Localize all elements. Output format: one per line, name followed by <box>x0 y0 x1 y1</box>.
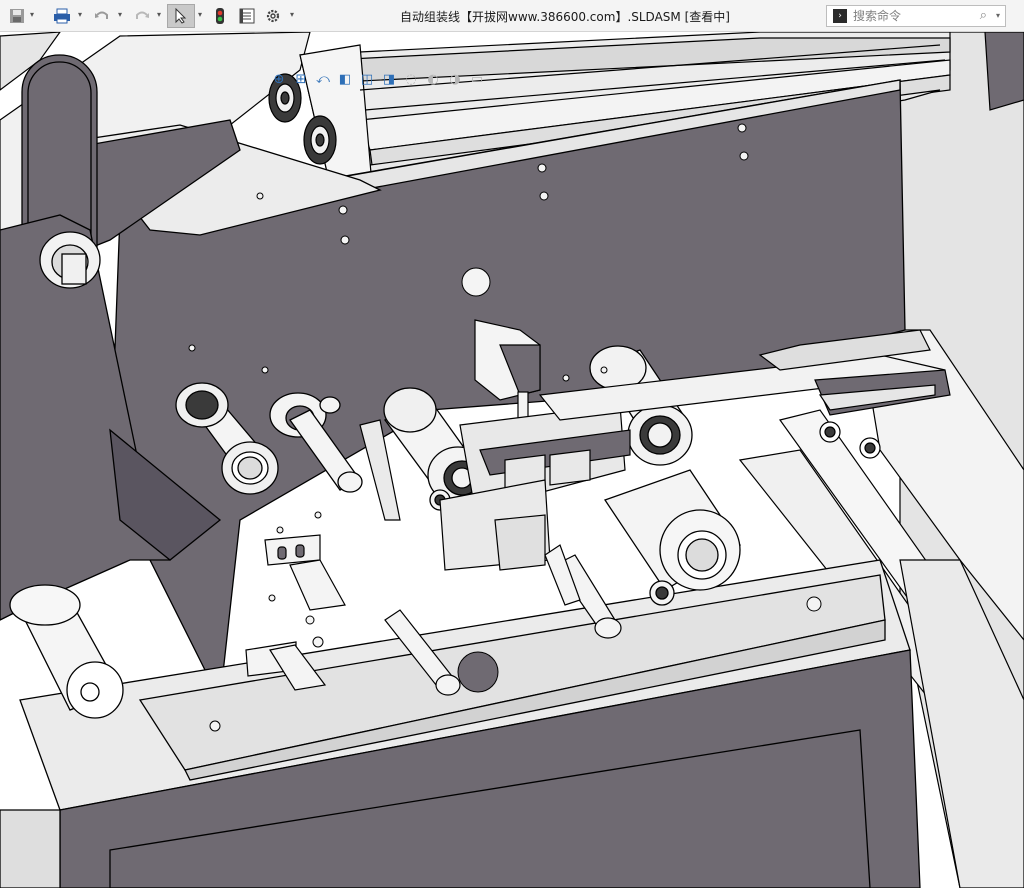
rebuild-icon[interactable] <box>210 4 230 28</box>
redo-dropdown-icon[interactable]: ▾ <box>157 10 161 19</box>
print-icon[interactable] <box>50 4 74 28</box>
redo-icon[interactable] <box>132 4 152 28</box>
save-dropdown-icon[interactable]: ▾ <box>30 10 34 19</box>
undo-icon[interactable] <box>92 4 112 28</box>
graphics-area[interactable]: ⊕ ⊞ ⤺ ◧ ◫ ◨ ◌ ◐ ◑ ▭ <box>0 32 1024 888</box>
bottom-left-roller <box>9 584 124 719</box>
select-dropdown-icon[interactable]: ▾ <box>198 10 202 19</box>
command-search[interactable]: › ⌕ ▾ <box>826 5 1006 27</box>
print-dropdown-icon[interactable]: ▾ <box>78 10 82 19</box>
select-tool-icon[interactable] <box>167 4 195 28</box>
search-dropdown-icon[interactable]: ▾ <box>996 11 1000 20</box>
zoom-to-area-icon[interactable]: ⊞ <box>292 70 310 88</box>
search-icon[interactable]: ⌕ <box>980 8 987 23</box>
assembly-model[interactable] <box>0 32 1024 888</box>
view-settings-icon[interactable]: ▭ <box>468 70 486 88</box>
arm-hub <box>39 231 101 289</box>
apply-scene-icon[interactable]: ◑ <box>446 70 464 88</box>
options-dropdown-icon[interactable]: ▾ <box>290 10 294 19</box>
previous-view-icon[interactable]: ⤺ <box>314 70 332 88</box>
display-style-icon[interactable]: ◨ <box>380 70 398 88</box>
heads-up-view-toolbar: ⊕ ⊞ ⤺ ◧ ◫ ◨ ◌ ◐ ◑ ▭ <box>270 68 486 90</box>
section-view-icon[interactable]: ◧ <box>336 70 354 88</box>
file-properties-icon[interactable] <box>236 4 258 28</box>
view-orientation-icon[interactable]: ◫ <box>358 70 376 88</box>
command-prompt-icon: › <box>833 9 847 23</box>
zoom-to-fit-icon[interactable]: ⊕ <box>270 70 288 88</box>
tension-cylinder <box>603 469 741 606</box>
options-gear-icon[interactable] <box>262 4 284 28</box>
edit-appearance-icon[interactable]: ◐ <box>424 70 442 88</box>
save-icon[interactable] <box>6 4 28 28</box>
search-commands-input[interactable] <box>853 9 973 23</box>
undo-dropdown-icon[interactable]: ▾ <box>118 10 122 19</box>
lower-frame-box <box>0 559 921 888</box>
hide-show-items-icon[interactable]: ◌ <box>402 70 420 88</box>
document-title: 自动组装线【开拔网www.386600.com】.SLDASM [查看中] <box>400 10 730 24</box>
title-bar: ▾ ▾ ▾ ▾ ▾ ▾ 自动组装线【开拔网www.386600.com】.SLD… <box>0 0 1024 32</box>
